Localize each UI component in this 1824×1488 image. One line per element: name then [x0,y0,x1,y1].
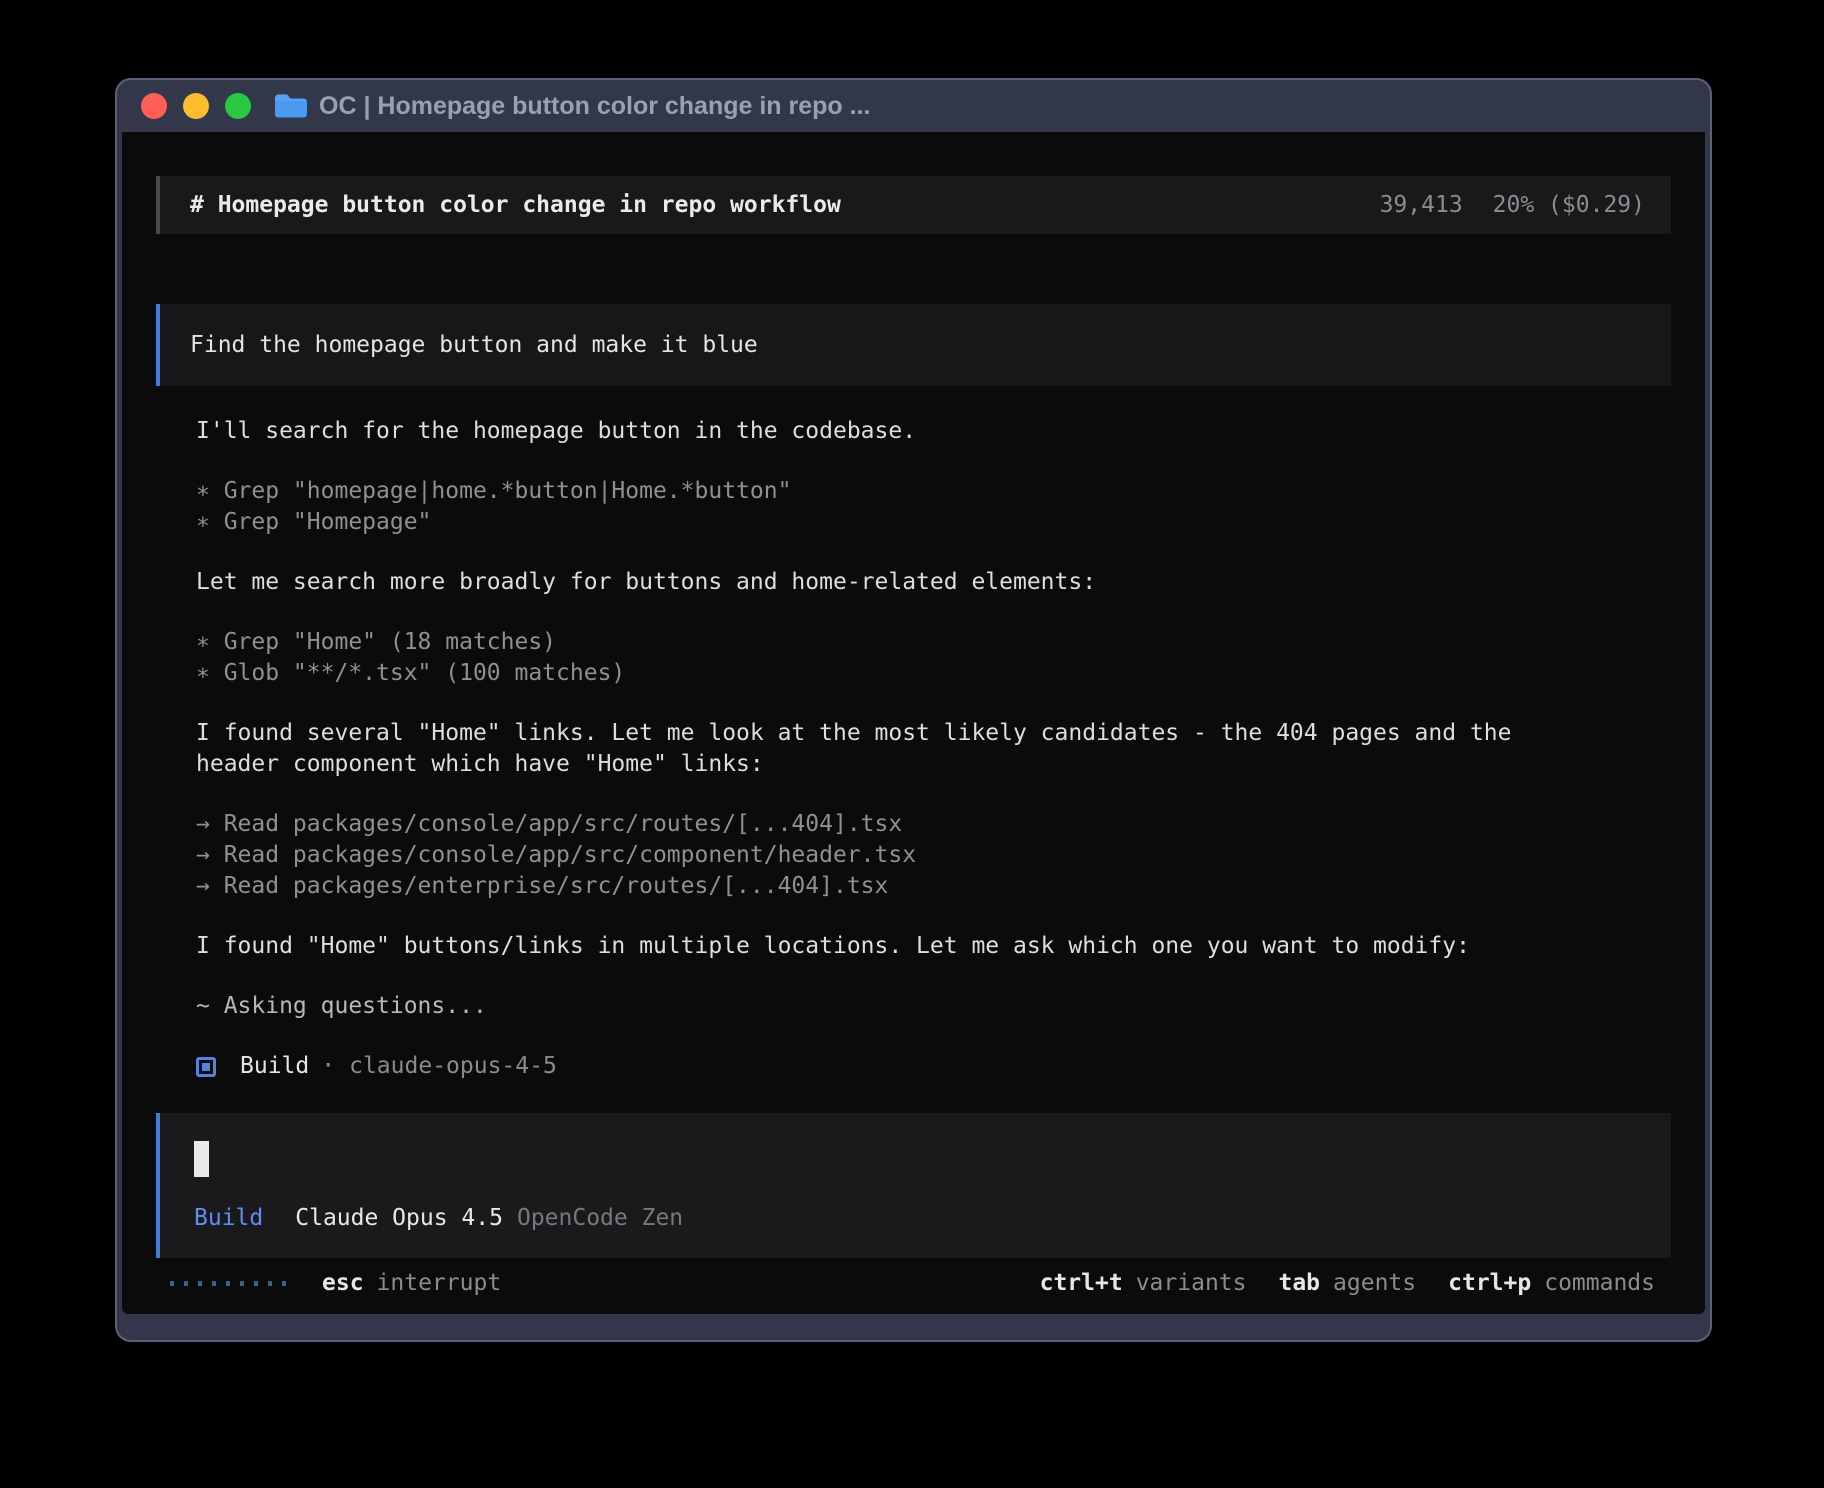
hint-variants: ctrl+t variants [1040,1268,1247,1299]
titlebar[interactable]: OC | Homepage button color change in rep… [117,80,1710,132]
assistant-text-block: I found several "Home" links. Let me loo… [196,718,1671,780]
tool-call-line: ∗ Grep "Home" (18 matches) [196,627,1671,658]
user-message: Find the homepage button and make it blu… [156,304,1671,386]
traffic-lights [141,93,251,119]
zoom-button[interactable] [225,93,251,119]
text-cursor [194,1141,209,1177]
status-line: ~ Asking questions... [196,991,1671,1022]
agent-model: claude-opus-4-5 [349,1051,557,1082]
hint-agents: tab agents [1278,1268,1416,1299]
assistant-text-line: Let me search more broadly for buttons a… [196,567,1671,598]
hint-key: tab [1278,1268,1320,1299]
assistant-text-line: I'll search for the homepage button in t… [196,416,1671,447]
separator-dot: · [321,1051,335,1082]
tool-call-block: ∗ Grep "homepage|home.*button|Home.*butt… [196,476,1671,538]
session-stats: 39,413 20% ($0.29) [1380,190,1645,221]
progress-dot [184,1281,188,1286]
input-status-row: Build Claude Opus 4.5 OpenCode Zen [194,1203,1641,1234]
tool-call-block: → Read packages/console/app/src/routes/[… [196,809,1671,902]
hint-key: ctrl+p [1448,1268,1531,1299]
assistant-text-block: I'll search for the homepage button in t… [196,416,1671,447]
user-message-text: Find the homepage button and make it blu… [190,330,758,361]
session-header: # Homepage button color change in repo w… [156,176,1671,234]
hint-label: agents [1333,1268,1416,1299]
hint-commands: ctrl+p commands [1448,1268,1655,1299]
footer-bar: esc interrupt ctrl+t variants tab agents… [156,1258,1671,1314]
hint-interrupt: esc interrupt [322,1268,501,1299]
hint-label: commands [1544,1268,1655,1299]
tool-call-block: ∗ Grep "Home" (18 matches) ∗ Glob "**/*.… [196,627,1671,689]
session-title: # Homepage button color change in repo w… [190,190,841,221]
mode-indicator[interactable]: Build [194,1203,263,1234]
tool-call-line: ∗ Grep "homepage|home.*button|Home.*butt… [196,476,1671,507]
agent-name: Build [240,1051,309,1082]
folder-icon [273,92,307,120]
progress-dot [240,1281,244,1286]
token-count: 39,413 [1380,190,1463,221]
provider-indicator: OpenCode Zen [517,1203,683,1234]
hint-key: ctrl+t [1040,1268,1123,1299]
hint-label: interrupt [377,1268,502,1299]
hint-label: variants [1136,1268,1247,1299]
progress-dot [268,1281,272,1286]
assistant-text-block: Let me search more broadly for buttons a… [196,567,1671,598]
assistant-text-line: I found "Home" buttons/links in multiple… [196,931,1671,962]
square-dot-icon [196,1057,216,1077]
tool-call-line: ∗ Glob "**/*.tsx" (100 matches) [196,658,1671,689]
status-block: ~ Asking questions... [196,991,1671,1022]
progress-dot [198,1281,202,1286]
progress-dot [282,1281,286,1286]
terminal-window: OC | Homepage button color change in rep… [115,78,1712,1342]
tool-call-line: → Read packages/console/app/src/componen… [196,840,1671,871]
progress-dots [170,1281,286,1286]
transcript: I'll search for the homepage button in t… [196,416,1671,1082]
terminal-content: # Homepage button color change in repo w… [122,132,1705,1314]
window-title: OC | Homepage button color change in rep… [319,92,870,121]
progress-dot [212,1281,216,1286]
assistant-text-line: header component which have "Home" links… [196,749,1671,780]
assistant-text-block: I found "Home" buttons/links in multiple… [196,931,1671,962]
progress-dot [226,1281,230,1286]
tool-call-line: ∗ Grep "Homepage" [196,507,1671,538]
tool-call-line: → Read packages/enterprise/src/routes/[.… [196,871,1671,902]
hint-key: esc [322,1268,364,1299]
footer-hints-right: ctrl+t variants tab agents ctrl+p comman… [1040,1268,1655,1299]
model-indicator[interactable]: Claude Opus 4.5 [295,1203,503,1234]
progress-dot [170,1281,174,1286]
message-input[interactable]: Build Claude Opus 4.5 OpenCode Zen [156,1113,1671,1258]
tool-call-line: → Read packages/console/app/src/routes/[… [196,809,1671,840]
context-usage: 20% ($0.29) [1493,190,1645,221]
progress-dot [254,1281,258,1286]
agent-status-line: Build · claude-opus-4-5 [196,1051,1671,1082]
close-button[interactable] [141,93,167,119]
minimize-button[interactable] [183,93,209,119]
assistant-text-line: I found several "Home" links. Let me loo… [196,718,1671,749]
